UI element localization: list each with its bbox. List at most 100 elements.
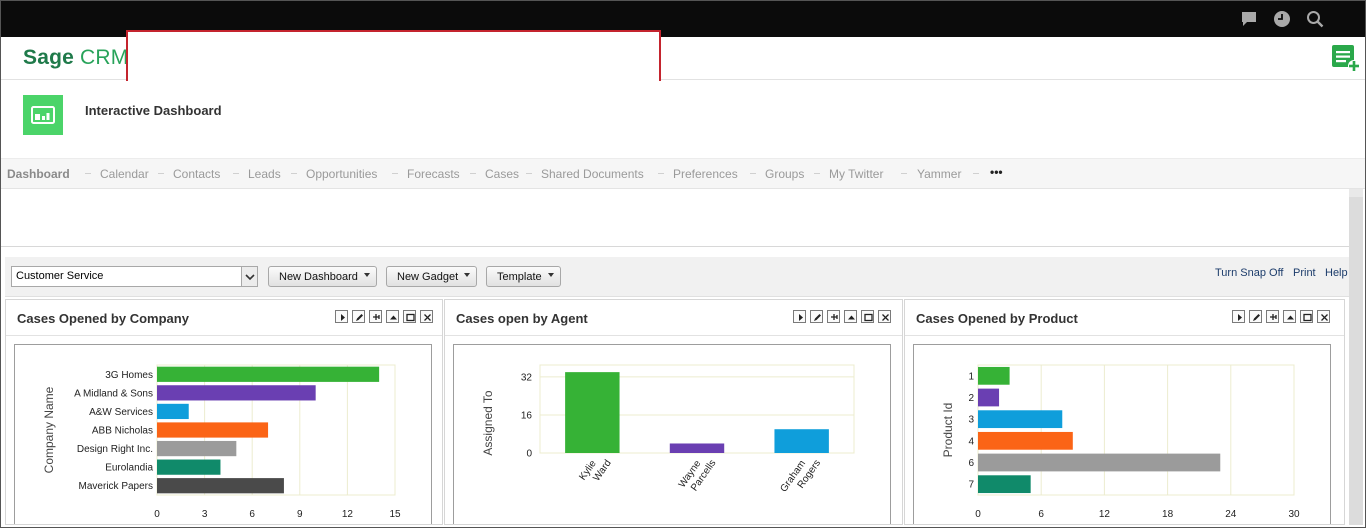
collapse-icon [848, 315, 855, 320]
highlighted-search-area[interactable] [126, 30, 661, 88]
turn-snap-off-link[interactable]: Turn Snap Off [1215, 267, 1283, 279]
gadget-cases-by-product[interactable]: Cases Opened by Product 0 6 12 18 24 30 1 2 3 4 6 7… [904, 299, 1345, 525]
maximize-button[interactable] [1300, 310, 1313, 323]
bar [978, 453, 1221, 472]
help-link[interactable]: Help [1325, 267, 1348, 279]
new-dashboard-button[interactable]: New Dashboard [268, 266, 377, 287]
agent-bar-chart: 0 16 32 KylieWard WayneParcells GrahamRogers A… [481, 364, 855, 501]
tab-contacts[interactable]: Contacts [173, 167, 220, 181]
bar [978, 366, 1010, 385]
y-tick-label: 3 [968, 415, 974, 426]
pin-button[interactable] [369, 310, 382, 323]
play-icon [799, 314, 803, 321]
chart-frame: 0 3 6 9 12 15 3G Homes A Midland & Sons A&W Serv… [14, 344, 432, 524]
gadget-title: Cases Opened by Company [17, 311, 189, 326]
x-tick-label: GrahamRogers [778, 451, 823, 501]
sage-crm-logo[interactable]: Sage CRM [23, 46, 128, 70]
pin-button[interactable] [827, 310, 840, 323]
bar [157, 403, 189, 420]
page-title: Interactive Dashboard [85, 103, 222, 118]
tab-my-twitter[interactable]: My Twitter [829, 167, 883, 181]
y-tick-label: 6 [968, 458, 974, 469]
blank-strip [1, 189, 1349, 247]
print-link[interactable]: Print [1293, 267, 1316, 279]
x-tick-label: KylieWard [577, 451, 613, 489]
close-button[interactable] [420, 310, 433, 323]
edit-button[interactable] [810, 310, 823, 323]
tab-cases[interactable]: Cases [485, 167, 519, 181]
new-gadget-button[interactable]: New Gadget [386, 266, 478, 287]
dashboard-toolbar: Customer Service New Dashboard New Gadge… [5, 257, 1349, 297]
pin-button[interactable] [1266, 310, 1279, 323]
main-nav: Dashboard Calendar Contacts Leads Opport… [1, 158, 1365, 189]
maximize-button[interactable] [403, 310, 416, 323]
new-dashboard-label: New Dashboard [279, 271, 358, 283]
x-tick-label-line: Ward [591, 458, 614, 484]
company-bar-chart: 0 3 6 9 12 15 3G Homes A Midland & Sons A&W Serv… [42, 364, 401, 520]
close-button[interactable] [1317, 310, 1330, 323]
tab-forecasts[interactable]: Forecasts [407, 167, 460, 181]
edit-button[interactable] [1249, 310, 1262, 323]
collapse-icon [390, 315, 397, 320]
y-tick-label: A Midland & Sons [74, 388, 153, 399]
select-arrow[interactable] [241, 267, 257, 286]
vertical-scrollbar[interactable] [1349, 189, 1363, 525]
close-button[interactable] [878, 310, 891, 323]
gadget-header[interactable]: Cases Opened by Product [905, 300, 1344, 336]
x-tick-label: 18 [1162, 509, 1174, 520]
logo-crm: CRM [80, 46, 129, 69]
play-button[interactable] [335, 310, 348, 323]
x-tick-label: 12 [1099, 509, 1111, 520]
y-tick-label: A&W Services [89, 407, 153, 418]
bar [157, 366, 380, 382]
bar [774, 429, 829, 453]
bar [978, 388, 1000, 407]
y-tick-label: 1 [968, 371, 974, 382]
gadget-title: Cases open by Agent [456, 311, 588, 326]
gadget-cases-by-agent[interactable]: Cases open by Agent 0 16 32 KylieWard WayneP… [444, 299, 903, 525]
clock-icon[interactable] [1273, 10, 1291, 28]
gadget-header[interactable]: Cases open by Agent [445, 300, 902, 336]
tab-dashboard[interactable]: Dashboard [7, 167, 70, 181]
tab-groups[interactable]: Groups [765, 167, 804, 181]
tab-calendar[interactable]: Calendar [100, 167, 149, 181]
collapse-button[interactable] [844, 310, 857, 323]
y-tick-label: 0 [526, 449, 532, 460]
gadget-cases-by-company[interactable]: Cases Opened by Company 0 3 6 9 12 15 3G Homes… [5, 299, 443, 525]
product-bar-chart: 0 6 12 18 24 30123467Product Id [941, 364, 1300, 520]
tab-yammer[interactable]: Yammer [917, 167, 961, 181]
tab-preferences[interactable]: Preferences [673, 167, 738, 181]
bar [978, 431, 1073, 450]
play-icon [1238, 314, 1242, 321]
template-label: Template [497, 271, 542, 283]
gadget-header[interactable]: Cases Opened by Company [6, 300, 442, 336]
template-button[interactable]: Template [486, 266, 561, 287]
search-icon[interactable] [1306, 10, 1324, 28]
page-title-area: Interactive Dashboard [1, 81, 1365, 157]
collapse-icon [1287, 315, 1294, 320]
tab-shared-documents[interactable]: Shared Documents [541, 167, 644, 181]
y-tick-label: 16 [521, 410, 533, 421]
tab-more[interactable]: ••• [990, 165, 1003, 179]
y-tick-label: Eurolandia [105, 463, 153, 474]
tab-opportunities[interactable]: Opportunities [306, 167, 377, 181]
play-button[interactable] [1232, 310, 1245, 323]
x-tick-label: 0 [975, 509, 981, 520]
edit-button[interactable] [352, 310, 365, 323]
app-header: Sage CRM [1, 30, 1365, 88]
chat-icon[interactable] [1240, 10, 1258, 28]
x-tick-label: 30 [1288, 509, 1300, 520]
chart-frame: 0 6 12 18 24 30 1 2 3 4 6 7 Product Id [913, 344, 1331, 524]
collapse-button[interactable] [386, 310, 399, 323]
edit-icon [814, 314, 821, 321]
collapse-button[interactable] [1283, 310, 1296, 323]
pin-icon [373, 314, 380, 320]
scrollbar-top[interactable] [1349, 189, 1363, 197]
bar [157, 385, 316, 401]
x-tick-label: 0 [154, 509, 160, 520]
dashboard-select[interactable]: Customer Service [11, 266, 258, 287]
maximize-button[interactable] [861, 310, 874, 323]
play-button[interactable] [793, 310, 806, 323]
tab-leads[interactable]: Leads [248, 167, 281, 181]
add-list-icon[interactable] [1331, 43, 1361, 73]
